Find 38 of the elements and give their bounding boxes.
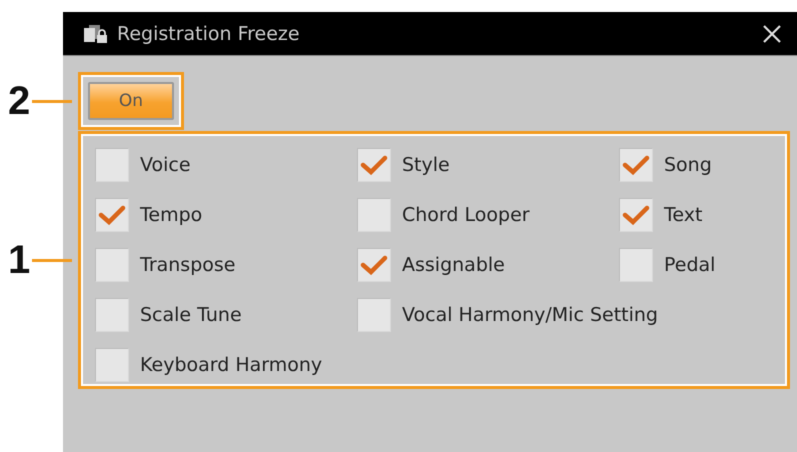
- checkbox[interactable]: [95, 248, 129, 282]
- checkbox[interactable]: [357, 298, 391, 332]
- checkbox[interactable]: [357, 248, 391, 282]
- leader-line: [32, 258, 72, 262]
- checkbox-label: Transpose: [140, 254, 236, 276]
- checkbox-label: Voice: [140, 154, 191, 176]
- callout-number: 2: [8, 79, 30, 123]
- checkbox[interactable]: [619, 148, 653, 182]
- checkbox-label: Chord Looper: [402, 204, 530, 226]
- checkbox-label: Pedal: [664, 254, 716, 276]
- checkbox-label: Song: [664, 154, 712, 176]
- checkbox-label: Style: [402, 154, 450, 176]
- checkbox[interactable]: [95, 298, 129, 332]
- dialog-title: Registration Freeze: [117, 22, 301, 44]
- checkmark-icon: [622, 204, 650, 226]
- close-icon: [761, 22, 783, 44]
- leader-line: [32, 100, 72, 102]
- checkbox-label: Tempo: [140, 204, 202, 226]
- checkbox[interactable]: [619, 248, 653, 282]
- close-button[interactable]: [761, 22, 783, 44]
- checkbox[interactable]: [95, 148, 129, 182]
- checkmark-icon: [360, 254, 388, 276]
- checkbox-label: Scale Tune: [140, 304, 242, 326]
- checkbox[interactable]: [95, 348, 129, 382]
- on-toggle-button[interactable]: On: [88, 82, 174, 120]
- checkbox[interactable]: [357, 198, 391, 232]
- checkbox[interactable]: [619, 198, 653, 232]
- checkmark-icon: [98, 204, 126, 226]
- callout-number: 1: [8, 238, 30, 282]
- checkmark-icon: [622, 154, 650, 176]
- checkbox[interactable]: [357, 148, 391, 182]
- checkbox-label: Vocal Harmony/Mic Setting: [402, 304, 658, 326]
- checkbox-label: Assignable: [402, 254, 505, 276]
- checkbox[interactable]: [95, 198, 129, 232]
- checkbox-label: Text: [664, 204, 702, 226]
- checkmark-icon: [360, 154, 388, 176]
- checkbox-label: Keyboard Harmony: [140, 354, 322, 376]
- locked-cards-icon: [83, 22, 109, 44]
